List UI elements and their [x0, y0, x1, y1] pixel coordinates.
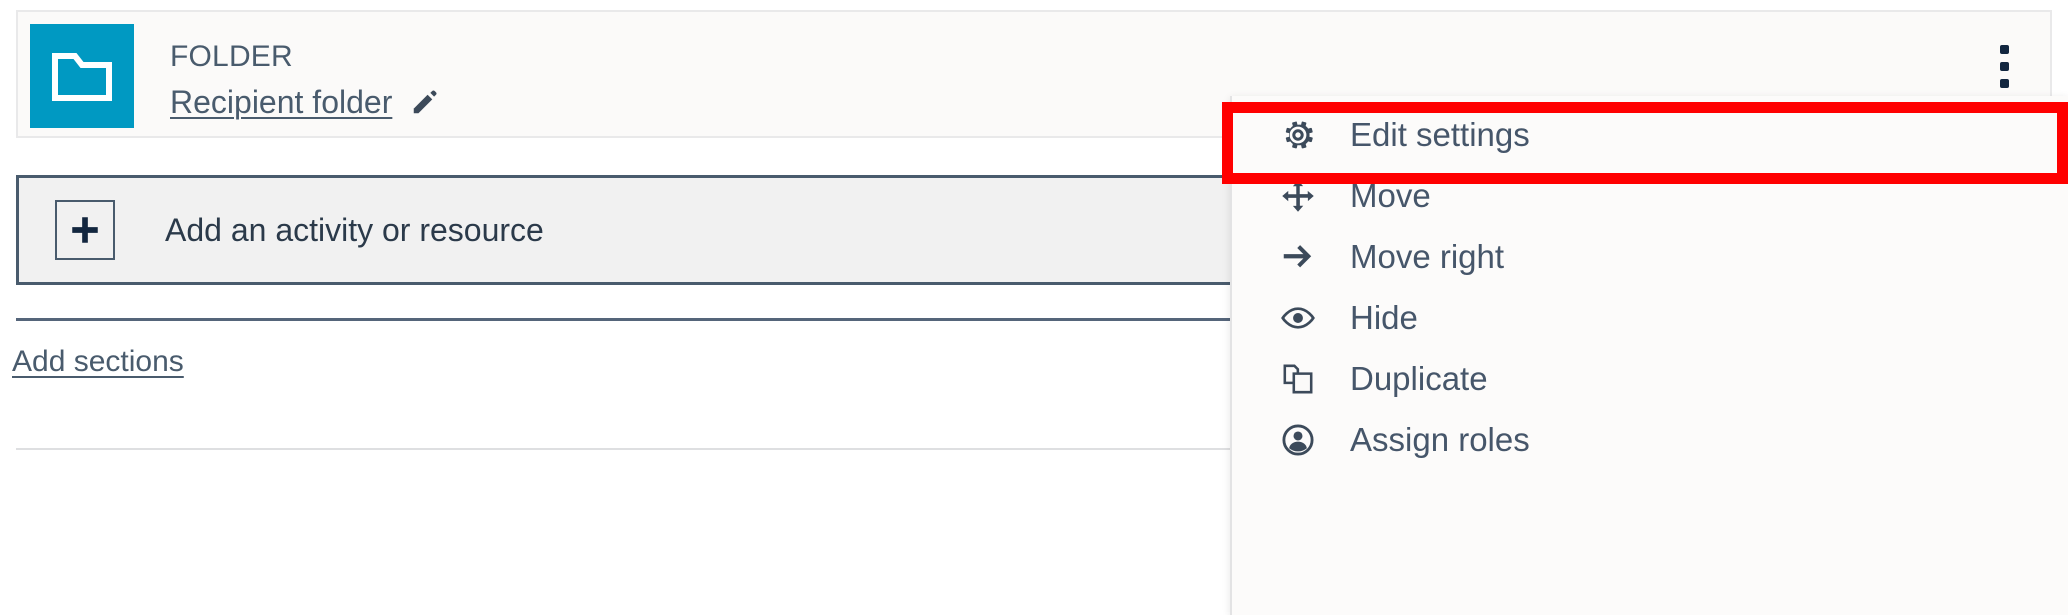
menu-item-label: Hide: [1350, 298, 1418, 336]
kebab-dot: [1999, 44, 2009, 54]
gear-icon: [1280, 117, 1326, 153]
add-sections-link[interactable]: Add sections: [12, 345, 184, 379]
menu-item-hide[interactable]: Hide: [1232, 287, 2068, 348]
activity-name-row: Recipient folder: [170, 84, 440, 121]
menu-item-move-right[interactable]: Move right: [1232, 226, 2068, 287]
duplicate-icon: [1280, 361, 1326, 397]
activity-name-link[interactable]: Recipient folder: [170, 84, 392, 121]
activity-text-block: FOLDER Recipient folder: [170, 38, 440, 121]
eye-icon: [1280, 300, 1326, 336]
kebab-dot: [1999, 61, 2009, 71]
menu-item-move[interactable]: Move: [1232, 165, 2068, 226]
arrow-right-icon: [1280, 239, 1326, 275]
menu-item-label: Edit settings: [1350, 115, 1530, 153]
user-circle-icon: [1280, 422, 1326, 458]
folder-icon: [30, 24, 134, 128]
menu-item-assign-roles[interactable]: Assign roles: [1232, 409, 2068, 470]
menu-item-edit-settings[interactable]: Edit settings: [1232, 104, 2068, 165]
menu-item-label: Assign roles: [1350, 420, 1530, 458]
kebab-dot: [1999, 78, 2009, 88]
plus-icon: [55, 200, 115, 260]
menu-item-label: Move: [1350, 176, 1431, 214]
move-arrows-icon: [1280, 178, 1326, 214]
menu-item-label: Move right: [1350, 237, 1505, 275]
add-activity-label: Add an activity or resource: [165, 211, 544, 248]
activity-actions-dropdown: Edit settings Move Move right Hide Dupli…: [1230, 96, 2068, 615]
menu-item-label: Duplicate: [1350, 359, 1488, 397]
kebab-menu-icon[interactable]: [1982, 38, 2026, 94]
pencil-icon[interactable]: [410, 87, 440, 117]
activity-type-label: FOLDER: [170, 40, 293, 73]
menu-item-duplicate[interactable]: Duplicate: [1232, 348, 2068, 409]
